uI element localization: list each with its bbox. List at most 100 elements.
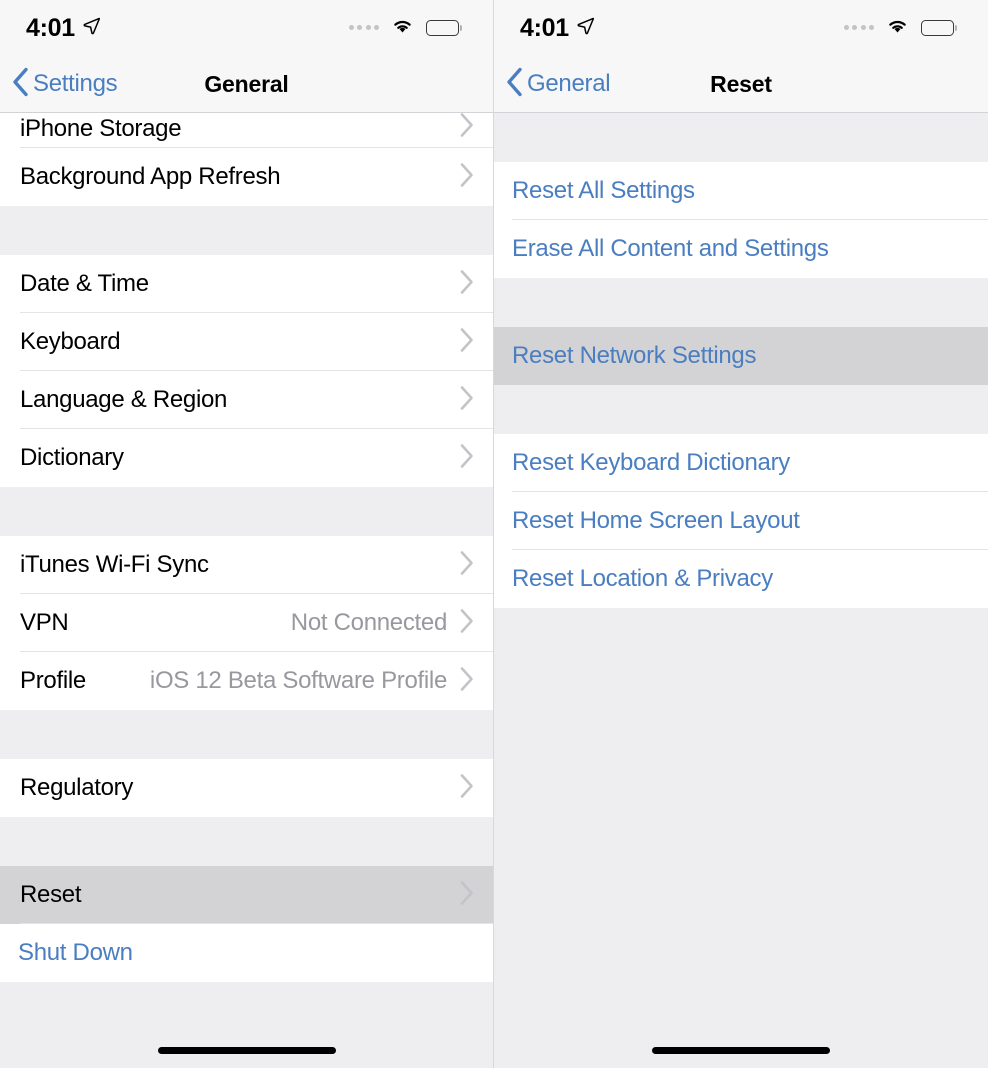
- chevron-right-icon: [459, 773, 475, 804]
- settings-row-label: Profile: [20, 667, 86, 694]
- settings-row[interactable]: Reset Location & Privacy: [494, 550, 988, 608]
- settings-row-accessory: iOS 12 Beta Software Profile: [150, 666, 493, 697]
- chevron-right-icon: [459, 666, 475, 697]
- section-gap: [0, 487, 493, 536]
- settings-row-label: iTunes Wi-Fi Sync: [20, 551, 209, 578]
- settings-row-label: Erase All Content and Settings: [512, 235, 829, 262]
- settings-row-accessory: [459, 113, 493, 143]
- settings-row[interactable]: Keyboard: [0, 313, 493, 371]
- right-phone-screen: 4:01 General Reset Reset All Settings Er…: [494, 0, 988, 1068]
- status-bar-right: [348, 16, 459, 40]
- settings-group: iTunes Wi-Fi Sync VPN Not Connected Profile…: [0, 536, 493, 710]
- settings-row-label: Date & Time: [20, 270, 149, 297]
- section-gap: [494, 278, 988, 327]
- settings-row[interactable]: Reset Network Settings: [494, 327, 988, 385]
- settings-row-label: Reset Network Settings: [512, 342, 757, 369]
- chevron-right-icon: [459, 550, 475, 581]
- settings-row-label: Keyboard: [20, 328, 121, 355]
- settings-row-label: Background App Refresh: [20, 163, 281, 190]
- back-button-general[interactable]: General: [494, 67, 611, 102]
- settings-row[interactable]: Dictionary: [0, 429, 493, 487]
- section-gap: [494, 385, 988, 434]
- section-gap: [0, 710, 493, 759]
- battery-icon: [426, 20, 459, 36]
- settings-row[interactable]: Background App Refresh: [0, 148, 493, 206]
- chevron-right-icon: [459, 269, 475, 300]
- settings-row-accessory: [459, 880, 493, 911]
- settings-row-label: Reset All Settings: [512, 177, 695, 204]
- navigation-bar: General Reset: [494, 56, 988, 113]
- settings-row-value: iOS 12 Beta Software Profile: [149, 667, 447, 694]
- location-arrow-icon: [82, 16, 101, 40]
- status-time: 4:01: [26, 13, 75, 42]
- status-bar-left: 4:01: [520, 14, 595, 43]
- settings-row-label: Language & Region: [20, 386, 228, 413]
- status-bar: 4:01: [494, 0, 988, 56]
- status-bar-right: [843, 16, 954, 40]
- settings-list-general[interactable]: iPhone Storage Background App Refresh Date…: [0, 113, 493, 1068]
- wifi-icon: [885, 16, 910, 40]
- settings-row-label: Reset Home Screen Layout: [512, 507, 800, 534]
- settings-row[interactable]: Reset All Settings: [494, 162, 988, 220]
- cellular-dots-icon: [843, 24, 874, 32]
- cellular-dots-icon: [348, 24, 379, 32]
- location-arrow-icon: [576, 16, 595, 40]
- settings-row-label: Reset Keyboard Dictionary: [512, 449, 790, 476]
- settings-row[interactable]: Erase All Content and Settings: [494, 220, 988, 278]
- settings-row[interactable]: iPhone Storage: [0, 113, 493, 148]
- back-button-label: Settings: [33, 70, 118, 97]
- settings-group: iPhone Storage Background App Refresh: [0, 113, 493, 206]
- settings-row-label: Reset: [20, 881, 82, 908]
- settings-row-label: Dictionary: [20, 444, 124, 471]
- settings-row-accessory: [459, 327, 493, 358]
- settings-row-accessory: [459, 385, 493, 416]
- settings-row-accessory: Not Connected: [291, 608, 493, 639]
- settings-row-accessory: [459, 269, 493, 300]
- section-gap: [0, 206, 493, 255]
- settings-row-label: Regulatory: [20, 774, 134, 801]
- battery-icon: [921, 20, 954, 36]
- section-gap: [494, 113, 988, 162]
- chevron-right-icon: [459, 113, 475, 143]
- status-bar: 4:01: [0, 0, 493, 56]
- settings-row-accessory: [459, 550, 493, 581]
- chevron-left-icon: [12, 67, 29, 102]
- settings-row[interactable]: Reset: [0, 866, 493, 924]
- settings-row[interactable]: Language & Region: [0, 371, 493, 429]
- settings-row[interactable]: Profile iOS 12 Beta Software Profile: [0, 652, 493, 710]
- settings-group: Reset Keyboard Dictionary Reset Home Scre…: [494, 434, 988, 608]
- settings-row-value: Not Connected: [290, 609, 448, 636]
- settings-row-label: Shut Down: [18, 939, 133, 966]
- settings-row-accessory: [459, 773, 493, 804]
- home-indicator: [157, 1047, 336, 1054]
- chevron-right-icon: [459, 385, 475, 416]
- chevron-right-icon: [459, 608, 475, 639]
- settings-row[interactable]: Date & Time: [0, 255, 493, 313]
- settings-row[interactable]: Reset Home Screen Layout: [494, 492, 988, 550]
- settings-row-label: iPhone Storage: [20, 115, 182, 142]
- settings-group: Reset Network Settings: [494, 327, 988, 385]
- dual-screenshot-container: 4:01 Settings General iPhone Storage Bac…: [0, 0, 988, 1068]
- settings-row[interactable]: VPN Not Connected: [0, 594, 493, 652]
- status-bar-left: 4:01: [26, 14, 101, 43]
- settings-row[interactable]: Shut Down: [0, 924, 493, 982]
- back-button-settings[interactable]: Settings: [0, 67, 118, 102]
- settings-row-accessory: [459, 162, 493, 193]
- section-gap: [0, 817, 493, 866]
- chevron-right-icon: [459, 443, 475, 474]
- settings-row-label: VPN: [20, 609, 69, 636]
- settings-group: Regulatory: [0, 759, 493, 817]
- navigation-bar: Settings General: [0, 56, 493, 113]
- settings-group: Reset Shut Down: [0, 866, 493, 982]
- settings-row[interactable]: iTunes Wi-Fi Sync: [0, 536, 493, 594]
- left-phone-screen: 4:01 Settings General iPhone Storage Bac…: [0, 0, 494, 1068]
- settings-row[interactable]: Reset Keyboard Dictionary: [494, 434, 988, 492]
- chevron-right-icon: [459, 327, 475, 358]
- settings-row[interactable]: Regulatory: [0, 759, 493, 817]
- settings-list-reset[interactable]: Reset All Settings Erase All Content and …: [494, 113, 988, 1068]
- wifi-icon: [390, 16, 415, 40]
- status-time: 4:01: [520, 13, 569, 42]
- back-button-label: General: [527, 70, 611, 97]
- settings-row-label: Reset Location & Privacy: [512, 565, 773, 592]
- chevron-left-icon: [506, 67, 523, 102]
